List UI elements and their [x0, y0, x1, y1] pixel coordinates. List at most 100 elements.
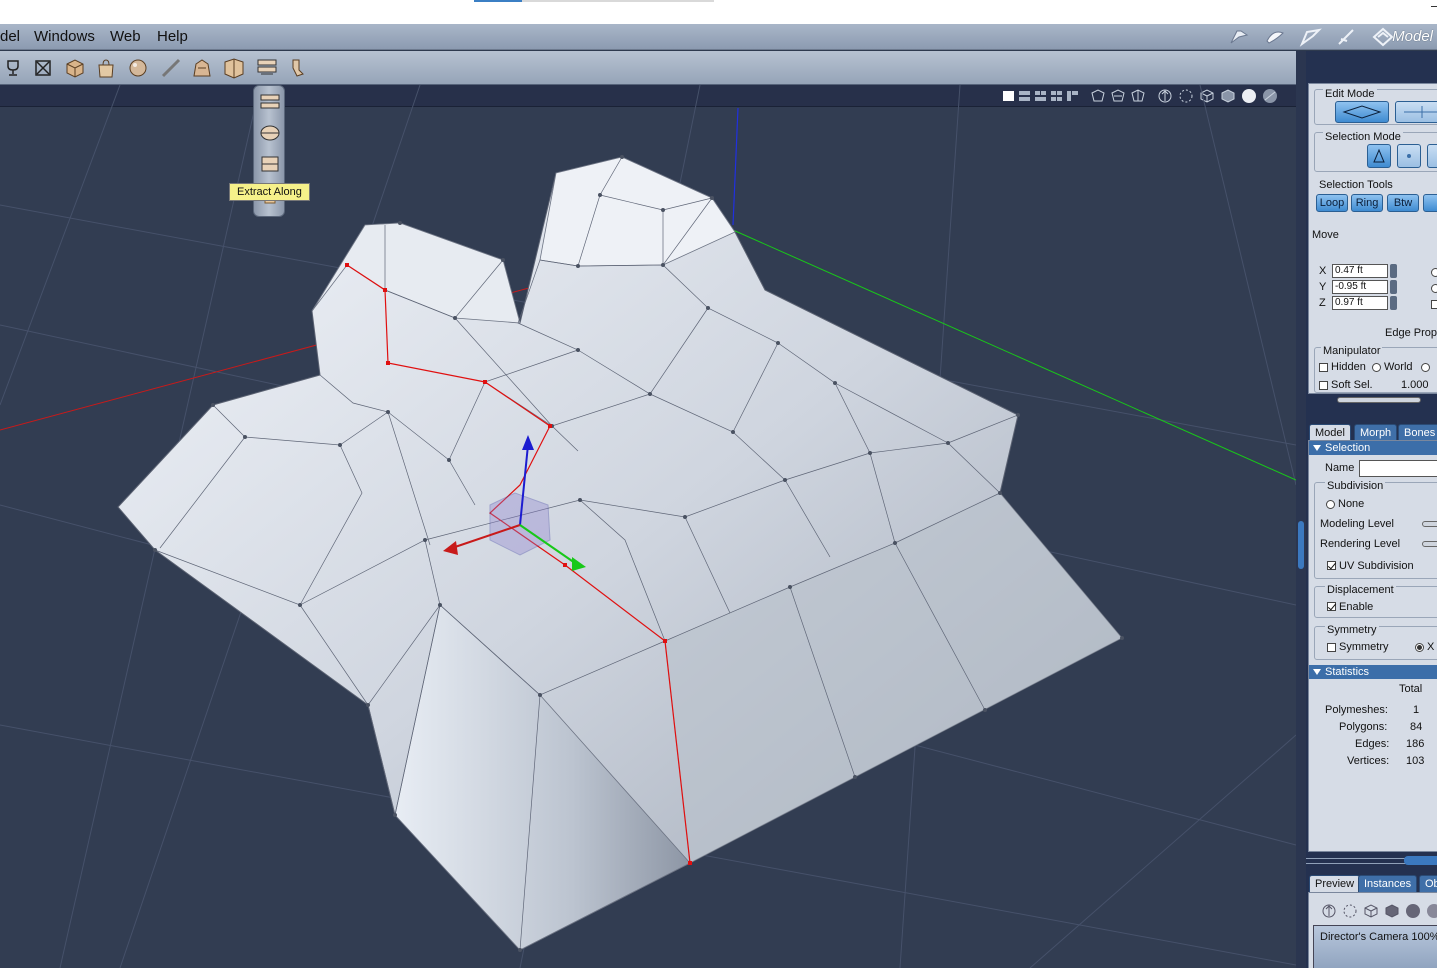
preview-solid-icon[interactable]	[1384, 903, 1400, 922]
hidden-label: Hidden	[1331, 361, 1366, 373]
extract-flyout-item-3-icon[interactable]	[258, 153, 282, 175]
tool-properties-box: Edit Mode Selection Mode Selection Tools…	[1308, 83, 1437, 403]
select-edge-button[interactable]	[1397, 144, 1421, 168]
rendering-level-label: Rendering Level	[1320, 538, 1401, 550]
selection-mode-label: Selection Mode	[1323, 131, 1403, 143]
window-top-strip	[0, 0, 1437, 24]
trophy-icon[interactable]	[0, 55, 26, 81]
polygons-label: Polygons:	[1339, 721, 1388, 733]
statistics-section-header[interactable]: Statistics	[1309, 665, 1437, 679]
symmetry-x-radio[interactable]	[1415, 643, 1424, 652]
y-spinner[interactable]	[1390, 280, 1397, 294]
tab-instances[interactable]: Instances	[1358, 875, 1418, 892]
x-input[interactable]: 0.47 ft	[1332, 264, 1388, 278]
polymeshes-label: Polymeshes:	[1325, 704, 1388, 716]
symmetry-group: Symmetry Symmetry X	[1314, 624, 1437, 660]
extrude-icon[interactable]	[221, 55, 247, 81]
modeling-level-slider[interactable]	[1422, 521, 1437, 527]
manipulator-group: Manipulator Hidden World Soft Sel. 1.000	[1314, 345, 1437, 393]
panel-separator-grip[interactable]	[1404, 856, 1437, 865]
right-panel: Edit Mode Selection Mode Selection Tools…	[1306, 51, 1437, 968]
local-radio[interactable]	[1421, 363, 1430, 372]
soft-selection-label: Soft Sel.	[1331, 379, 1373, 391]
move-option-checkbox[interactable]	[1431, 300, 1437, 309]
tab-model[interactable]: Model	[1309, 424, 1351, 441]
move-label: Move	[1312, 229, 1339, 241]
tool-bar	[0, 51, 1296, 85]
preview-viewport[interactable]: Director's Camera 100%	[1313, 925, 1437, 968]
hidden-checkbox[interactable]	[1319, 363, 1328, 372]
tab-indicator	[474, 0, 714, 2]
tab-bones[interactable]: Bones	[1398, 424, 1437, 441]
ring-button[interactable]: Ring	[1351, 194, 1383, 212]
x-spinner[interactable]	[1390, 264, 1397, 278]
edges-value: 186	[1406, 738, 1425, 750]
uv-subdivision-checkbox[interactable]	[1327, 561, 1336, 570]
line-icon[interactable]	[158, 55, 184, 81]
symmetry-checkbox[interactable]	[1327, 643, 1336, 652]
y-label: Y	[1319, 281, 1327, 293]
modeling-level-label: Modeling Level	[1320, 518, 1394, 530]
more-selection-button[interactable]	[1423, 194, 1437, 212]
z-spinner[interactable]	[1390, 296, 1397, 310]
texture-room-icon[interactable]	[1225, 25, 1253, 49]
select-vertex-button[interactable]	[1367, 144, 1391, 168]
z-input[interactable]: 0.97 ft	[1332, 296, 1388, 310]
name-label: Name	[1325, 462, 1355, 474]
extract-flyout-item-2-icon[interactable]	[258, 122, 282, 144]
room-switcher	[1225, 24, 1397, 50]
move-option-radio-1[interactable]	[1431, 268, 1437, 277]
move-option-radio-2[interactable]	[1431, 284, 1437, 293]
preview-texture-icon[interactable]	[1426, 903, 1437, 922]
box-icon[interactable]	[62, 55, 88, 81]
y-input[interactable]: -0.95 ft	[1332, 280, 1388, 294]
preview-points-icon[interactable]	[1342, 903, 1358, 922]
remove-icon[interactable]	[30, 55, 56, 81]
tab-objects[interactable]: Ob	[1419, 875, 1437, 892]
statistics-total-header: Total	[1399, 683, 1423, 695]
sphere-icon[interactable]	[126, 55, 152, 81]
scene-canvas[interactable]	[0, 85, 1296, 968]
mesh-object[interactable]	[117, 156, 1123, 951]
hand-icon[interactable]	[189, 55, 215, 81]
preview-wire-icon[interactable]	[1363, 903, 1379, 922]
panel-splitter[interactable]	[1296, 51, 1306, 968]
menu-model[interactable]: del	[0, 28, 20, 45]
menu-help[interactable]: Help	[157, 28, 188, 45]
preview-smooth-icon[interactable]	[1405, 903, 1421, 922]
subdivision-none-radio[interactable]	[1326, 500, 1335, 509]
paint-room-icon[interactable]	[1297, 25, 1325, 49]
displacement-enable-checkbox[interactable]	[1327, 602, 1336, 611]
extract-icon[interactable]	[254, 55, 280, 81]
name-input[interactable]	[1359, 460, 1437, 477]
bag-icon[interactable]	[93, 55, 119, 81]
subdivision-none-label: None	[1338, 498, 1365, 510]
vertices-label: Vertices:	[1347, 755, 1390, 767]
3d-viewport[interactable]	[0, 85, 1296, 968]
edit-mode-edge-button[interactable]	[1335, 101, 1389, 123]
tab-preview[interactable]: Preview	[1309, 875, 1361, 892]
minimize-hint[interactable]	[1431, 6, 1437, 7]
selection-section-header[interactable]: Selection	[1309, 441, 1437, 455]
edit-mode-other-button[interactable]	[1395, 101, 1437, 123]
bend-icon[interactable]	[287, 55, 313, 81]
preview-select-icon[interactable]	[1321, 903, 1337, 922]
select-face-button[interactable]	[1427, 144, 1437, 168]
tab-morph[interactable]: Morph	[1354, 424, 1398, 441]
world-radio[interactable]	[1372, 363, 1381, 372]
splitter-grip[interactable]	[1298, 521, 1304, 569]
rendering-level-slider[interactable]	[1422, 541, 1437, 547]
soft-selection-checkbox[interactable]	[1319, 381, 1328, 390]
shader-room-icon[interactable]	[1261, 25, 1289, 49]
current-room-label[interactable]: Model	[1392, 28, 1433, 45]
brush-room-icon[interactable]	[1333, 25, 1361, 49]
loop-button[interactable]: Loop	[1316, 194, 1348, 212]
menu-windows[interactable]: Windows	[34, 28, 95, 45]
edges-label: Edges:	[1355, 738, 1390, 750]
menu-web[interactable]: Web	[110, 28, 141, 45]
soft-selection-slider[interactable]	[1337, 397, 1421, 403]
between-button[interactable]: Btw	[1387, 194, 1419, 212]
extract-flyout-item-1-icon[interactable]	[258, 91, 282, 113]
selection-mode-group: Selection Mode	[1314, 131, 1437, 172]
edge-properties-label[interactable]: Edge Prop	[1385, 327, 1437, 339]
